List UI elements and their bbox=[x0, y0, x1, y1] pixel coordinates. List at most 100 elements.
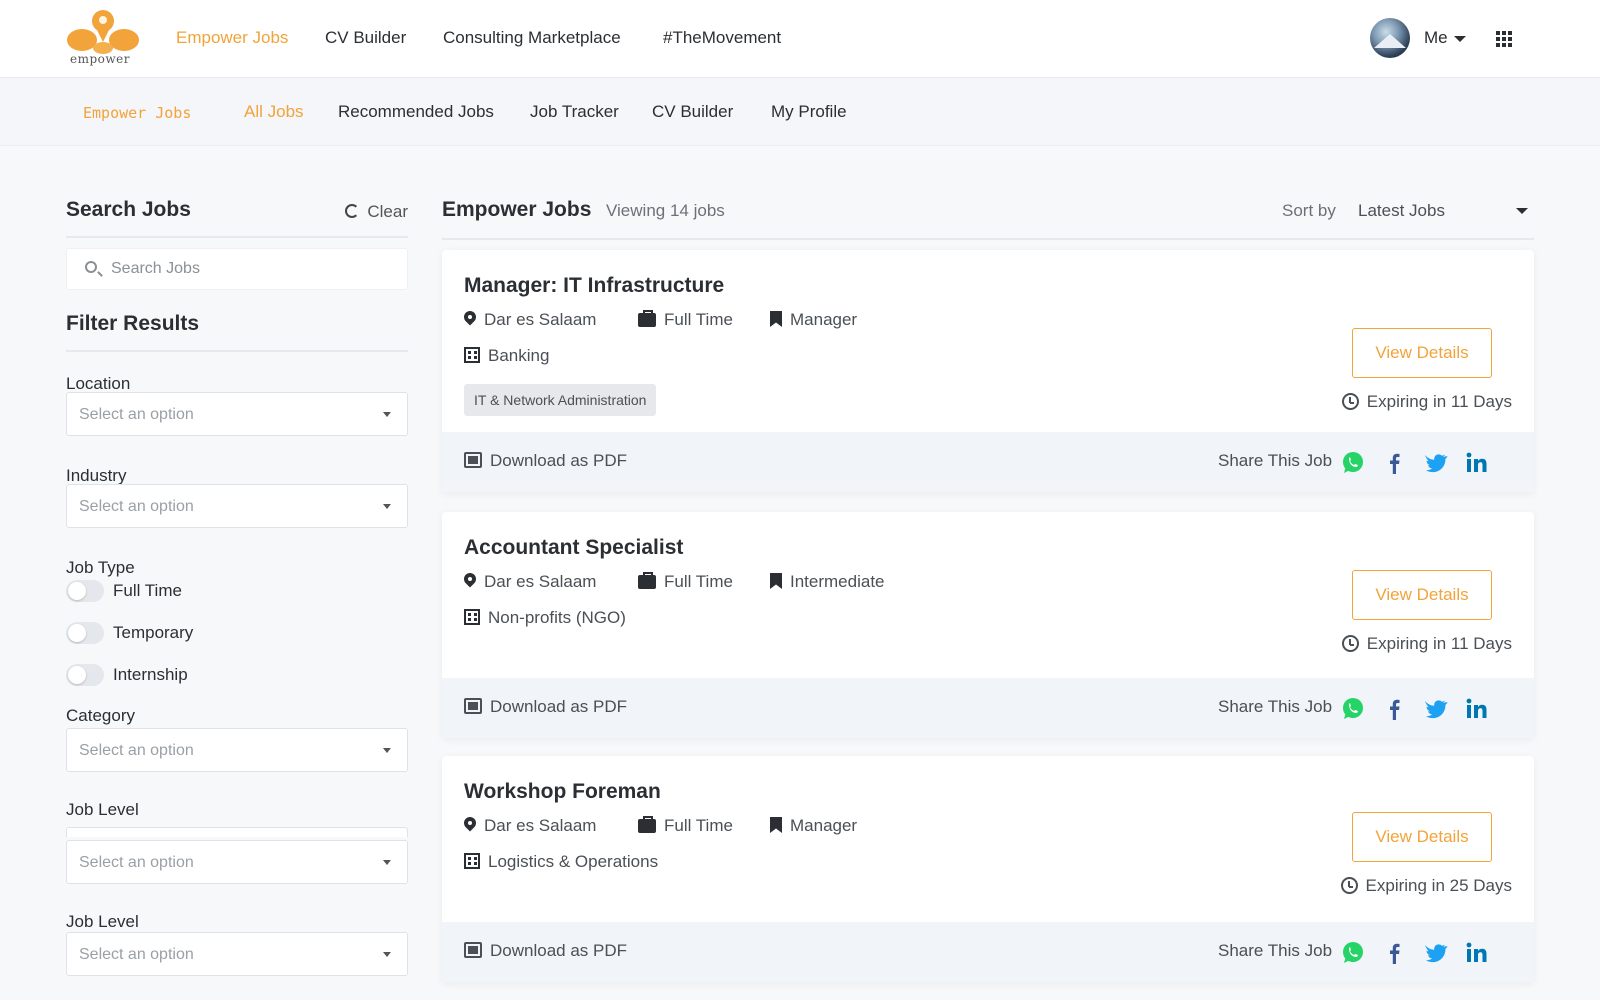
job-type-text: Full Time bbox=[664, 816, 733, 835]
user-menu[interactable]: Me bbox=[1424, 28, 1466, 48]
industry-select[interactable]: Select an option bbox=[66, 484, 408, 528]
facebook-icon[interactable] bbox=[1382, 450, 1408, 476]
download-pdf-link[interactable]: Download as PDF bbox=[464, 941, 627, 961]
category-select[interactable]: Select an option bbox=[66, 728, 408, 772]
briefcase-icon bbox=[638, 572, 656, 589]
linkedin-icon[interactable] bbox=[1464, 450, 1490, 476]
whatsapp-icon[interactable] bbox=[1340, 940, 1366, 966]
job-type-text: Full Time bbox=[664, 572, 733, 591]
toggle-switch[interactable] bbox=[66, 622, 104, 644]
location-pin-icon bbox=[464, 817, 476, 833]
view-details-button[interactable]: View Details bbox=[1352, 570, 1492, 620]
job-industry: Banking bbox=[464, 346, 549, 366]
category-label: Category bbox=[66, 706, 135, 725]
select-placeholder: Select an option bbox=[79, 946, 194, 963]
view-details-button[interactable]: View Details bbox=[1352, 328, 1492, 378]
card-footer: Download as PDF Share This Job bbox=[442, 432, 1534, 492]
nav-empower-jobs[interactable]: Empower Jobs bbox=[176, 28, 288, 48]
job-count: Viewing 14 jobs bbox=[606, 201, 725, 220]
linkedin-icon[interactable] bbox=[1464, 940, 1490, 966]
industry-label: Industry bbox=[66, 466, 127, 485]
search-input[interactable] bbox=[111, 249, 401, 289]
subnav-job-tracker[interactable]: Job Tracker bbox=[530, 102, 619, 122]
subnav-my-profile[interactable]: My Profile bbox=[771, 102, 847, 122]
job-list-header: Empower Jobs Viewing 14 jobs Sort by Lat… bbox=[442, 198, 1534, 240]
job-level-text: Manager bbox=[790, 816, 858, 835]
facebook-icon[interactable] bbox=[1382, 940, 1408, 966]
download-pdf-link[interactable]: Download as PDF bbox=[464, 451, 627, 471]
search-jobs-field[interactable] bbox=[66, 248, 408, 290]
nav-the-movement[interactable]: #TheMovement bbox=[663, 28, 781, 48]
job-location-text: Dar es Salaam bbox=[484, 572, 597, 591]
toggle-switch[interactable] bbox=[66, 580, 104, 602]
expiry-text: Expiring in 25 Days bbox=[1365, 876, 1512, 895]
nav-consulting-marketplace[interactable]: Consulting Marketplace bbox=[443, 28, 621, 48]
toggle-switch[interactable] bbox=[66, 664, 104, 686]
job-location-text: Dar es Salaam bbox=[484, 310, 597, 329]
share-label: Share This Job bbox=[1218, 451, 1333, 470]
job-level-select[interactable]: Select an option bbox=[66, 840, 408, 884]
linkedin-icon[interactable] bbox=[1464, 696, 1490, 722]
job-industry-text: Non-profits (NGO) bbox=[488, 608, 626, 627]
apps-grid-icon[interactable] bbox=[1496, 31, 1512, 47]
avatar[interactable] bbox=[1370, 18, 1410, 58]
sort-value: Latest Jobs bbox=[1358, 201, 1445, 220]
facebook-icon[interactable] bbox=[1382, 696, 1408, 722]
twitter-icon[interactable] bbox=[1424, 940, 1450, 966]
subnav-recommended-jobs[interactable]: Recommended Jobs bbox=[338, 102, 494, 122]
card-footer: Download as PDF Share This Job bbox=[442, 922, 1534, 982]
briefcase-icon bbox=[638, 310, 656, 327]
subnav-cv-builder[interactable]: CV Builder bbox=[652, 102, 733, 122]
search-jobs-title: Search Jobs bbox=[66, 198, 191, 221]
clear-button[interactable]: Clear bbox=[345, 202, 408, 222]
job-location: Dar es Salaam bbox=[464, 572, 596, 592]
twitter-icon[interactable] bbox=[1424, 450, 1450, 476]
download-pdf-label: Download as PDF bbox=[490, 451, 628, 470]
sort-select[interactable]: Latest Jobs bbox=[1358, 198, 1534, 226]
clock-icon bbox=[1341, 393, 1359, 410]
select-placeholder: Select an option bbox=[79, 854, 194, 871]
bookmark-icon bbox=[770, 817, 782, 833]
clock-icon bbox=[1340, 877, 1358, 894]
toggle-label: Full Time bbox=[113, 581, 182, 600]
share-label: Share This Job bbox=[1218, 941, 1333, 960]
whatsapp-icon[interactable] bbox=[1340, 696, 1366, 722]
job-title[interactable]: Workshop Foreman bbox=[464, 780, 661, 804]
expiry-info: Expiring in 25 Days bbox=[1340, 876, 1512, 896]
nav-cv-builder[interactable]: CV Builder bbox=[325, 28, 406, 48]
job-level-label: Job Level bbox=[66, 800, 139, 819]
download-pdf-link[interactable]: Download as PDF bbox=[464, 697, 627, 717]
expiry-info: Expiring in 11 Days bbox=[1341, 634, 1512, 654]
select-placeholder: Select an option bbox=[79, 406, 194, 423]
job-list-title: Empower Jobs bbox=[442, 198, 592, 221]
view-details-button[interactable]: View Details bbox=[1352, 812, 1492, 862]
job-level-select-2[interactable]: Select an option bbox=[66, 932, 408, 976]
job-title[interactable]: Manager: IT Infrastructure bbox=[464, 274, 724, 298]
whatsapp-icon[interactable] bbox=[1340, 450, 1366, 476]
briefcase-icon bbox=[638, 816, 656, 833]
building-icon bbox=[464, 853, 480, 869]
download-pdf-label: Download as PDF bbox=[490, 697, 628, 716]
job-title[interactable]: Accountant Specialist bbox=[464, 536, 683, 560]
job-industry-text: Logistics & Operations bbox=[488, 852, 659, 871]
dropdown-arrow-icon bbox=[383, 748, 391, 753]
job-industry: Non-profits (NGO) bbox=[464, 608, 626, 628]
logo-wordmark: empower bbox=[70, 52, 130, 66]
subnav-brand[interactable]: Empower Jobs bbox=[83, 104, 191, 122]
bookmark-icon bbox=[770, 573, 782, 589]
job-type: Full Time bbox=[638, 572, 733, 592]
job-level-text: Manager bbox=[790, 310, 858, 329]
job-industry: Logistics & Operations bbox=[464, 852, 658, 872]
job-level: Manager bbox=[770, 816, 857, 836]
caret-down-icon bbox=[1453, 35, 1466, 42]
job-level: Manager bbox=[770, 310, 857, 330]
subnav-all-jobs[interactable]: All Jobs bbox=[244, 102, 304, 122]
job-card: Accountant Specialist Dar es Salaam Full… bbox=[442, 512, 1534, 738]
refresh-icon bbox=[345, 204, 360, 218]
toggle-label: Internship bbox=[113, 665, 188, 684]
twitter-icon[interactable] bbox=[1424, 696, 1450, 722]
dropdown-arrow-icon bbox=[383, 860, 391, 865]
card-footer: Download as PDF Share This Job bbox=[442, 678, 1534, 738]
location-select[interactable]: Select an option bbox=[66, 392, 408, 436]
dropdown-arrow-icon bbox=[383, 952, 391, 957]
